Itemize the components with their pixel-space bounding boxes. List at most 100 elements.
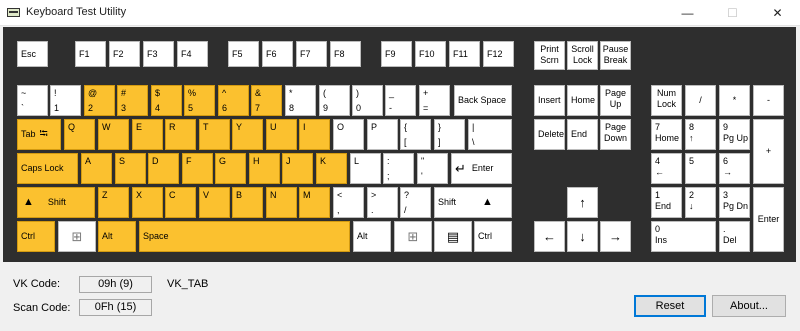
key-backspace[interactable]: Back Space xyxy=(454,85,512,116)
key-f11[interactable]: F11 xyxy=(449,41,480,67)
key-f10[interactable]: F10 xyxy=(415,41,446,67)
key-o[interactable]: O xyxy=(333,119,364,150)
key-menu[interactable]: ▤ xyxy=(434,221,472,252)
key-3[interactable]: #3 xyxy=(117,85,148,116)
key-d[interactable]: D xyxy=(148,153,179,184)
key-a[interactable]: A xyxy=(81,153,112,184)
key-5[interactable]: % 5 xyxy=(184,85,215,116)
key-s[interactable]: S xyxy=(115,153,146,184)
key-left-bracket[interactable]: {[ xyxy=(400,119,431,150)
key-h[interactable]: H xyxy=(249,153,280,184)
key-numpad-divide[interactable]: / xyxy=(685,85,716,116)
key-f7[interactable]: F7 xyxy=(296,41,327,67)
key-g[interactable]: G xyxy=(215,153,246,184)
key-pause-break[interactable]: Pause Break xyxy=(600,41,631,70)
key-4[interactable]: $4 xyxy=(151,85,182,116)
minimize-button[interactable]: — xyxy=(665,0,710,26)
key-c[interactable]: C xyxy=(165,187,196,218)
key-q[interactable]: Q xyxy=(64,119,95,150)
key-numpad-enter[interactable]: Enter xyxy=(753,187,784,252)
key-end[interactable]: End xyxy=(567,119,598,150)
key-arrow-left[interactable]: ← xyxy=(534,221,565,252)
key-esc[interactable]: Esc xyxy=(17,41,48,67)
key-arrow-right[interactable]: → xyxy=(600,221,631,252)
key-numpad-7[interactable]: 7 Home xyxy=(651,119,682,150)
key-numpad-1[interactable]: 1 End xyxy=(651,187,682,218)
key-page-down[interactable]: Page Down xyxy=(600,119,631,150)
key-comma[interactable]: <, xyxy=(333,187,364,218)
key-6[interactable]: ^ 6 xyxy=(218,85,249,116)
key-t[interactable]: T xyxy=(199,119,230,150)
key-0[interactable]: ) 0 xyxy=(352,85,383,116)
key-f2[interactable]: F2 xyxy=(109,41,140,67)
key-f9[interactable]: F9 xyxy=(381,41,412,67)
key-w[interactable]: W xyxy=(98,119,129,150)
key-7[interactable]: & 7 xyxy=(251,85,282,116)
key-f12[interactable]: F12 xyxy=(483,41,514,67)
key-quote[interactable]: " ' xyxy=(417,153,448,184)
key-semicolon[interactable]: :; xyxy=(383,153,414,184)
key-print-screen[interactable]: Print Scrn xyxy=(534,41,565,70)
key-numpad-3[interactable]: 3 Pg Dn xyxy=(719,187,750,218)
key-numpad-0[interactable]: 0 Ins xyxy=(651,221,716,252)
key-minus[interactable]: _ - xyxy=(385,85,416,116)
key-left-ctrl[interactable]: Ctrl xyxy=(17,221,55,252)
key-1[interactable]: ! 1 xyxy=(50,85,81,116)
key-n[interactable]: N xyxy=(266,187,297,218)
key-numpad-add[interactable]: + xyxy=(753,119,784,184)
key-slash[interactable]: ? / xyxy=(400,187,431,218)
key-numpad-9[interactable]: 9 Pg Up xyxy=(719,119,750,150)
key-numpad-5[interactable]: 5 xyxy=(685,153,716,184)
key-numpad-2[interactable]: 2 ↓ xyxy=(685,187,716,218)
key-e[interactable]: E xyxy=(132,119,163,150)
key-insert[interactable]: Insert xyxy=(534,85,565,116)
key-x[interactable]: X xyxy=(132,187,163,218)
key-page-up[interactable]: Page Up xyxy=(600,85,631,116)
key-f[interactable]: F xyxy=(182,153,213,184)
key-arrow-down[interactable]: ↓ xyxy=(567,221,598,252)
key-enter[interactable]: ↵ Enter xyxy=(451,153,512,184)
key-right-shift[interactable]: Shift ▲ xyxy=(434,187,512,218)
key-y[interactable]: Y xyxy=(232,119,263,150)
close-button[interactable]: ✕ xyxy=(755,0,800,26)
key-z[interactable]: Z xyxy=(98,187,129,218)
key-numpad-decimal[interactable]: . Del xyxy=(719,221,750,252)
key-tab[interactable]: Tab ⭾ xyxy=(17,119,61,150)
key-f5[interactable]: F5 xyxy=(228,41,259,67)
key-left-shift[interactable]: ▲ Shift xyxy=(17,187,95,218)
about-button[interactable]: About... xyxy=(712,295,786,317)
key-m[interactable]: M xyxy=(299,187,330,218)
key-f1[interactable]: F1 xyxy=(75,41,106,67)
key-9[interactable]: (9 xyxy=(319,85,350,116)
key-left-windows[interactable]: ⊞ xyxy=(58,221,96,252)
key-b[interactable]: B xyxy=(232,187,263,218)
key-numpad-6[interactable]: 6 → xyxy=(719,153,750,184)
key-space[interactable]: Space xyxy=(139,221,350,252)
key-p[interactable]: P xyxy=(367,119,398,150)
key-backslash[interactable]: | \ xyxy=(468,119,512,150)
key-numpad-subtract[interactable]: - xyxy=(753,85,784,116)
key-8[interactable]: * 8 xyxy=(285,85,316,116)
key-k[interactable]: K xyxy=(316,153,347,184)
key-right-bracket[interactable]: }] xyxy=(434,119,465,150)
key-l[interactable]: L xyxy=(350,153,381,184)
key-right-alt[interactable]: Alt xyxy=(353,221,391,252)
key-r[interactable]: R xyxy=(165,119,196,150)
reset-button[interactable]: Reset xyxy=(634,295,706,317)
key-left-alt[interactable]: Alt xyxy=(98,221,136,252)
key-caps-lock[interactable]: Caps Lock xyxy=(17,153,78,184)
key-f4[interactable]: F4 xyxy=(177,41,208,67)
key-grave[interactable]: ~ ` xyxy=(17,85,48,116)
key-period[interactable]: >. xyxy=(367,187,398,218)
key-numpad-4[interactable]: 4 ← xyxy=(651,153,682,184)
key-num-lock[interactable]: Num Lock xyxy=(651,85,682,116)
key-right-ctrl[interactable]: Ctrl xyxy=(474,221,512,252)
key-f8[interactable]: F8 xyxy=(330,41,361,67)
key-f6[interactable]: F6 xyxy=(262,41,293,67)
key-2[interactable]: @2 xyxy=(84,85,115,116)
key-u[interactable]: U xyxy=(266,119,297,150)
key-i[interactable]: I xyxy=(299,119,330,150)
key-numpad-multiply[interactable]: * xyxy=(719,85,750,116)
key-numpad-8[interactable]: 8 ↑ xyxy=(685,119,716,150)
key-f3[interactable]: F3 xyxy=(143,41,174,67)
